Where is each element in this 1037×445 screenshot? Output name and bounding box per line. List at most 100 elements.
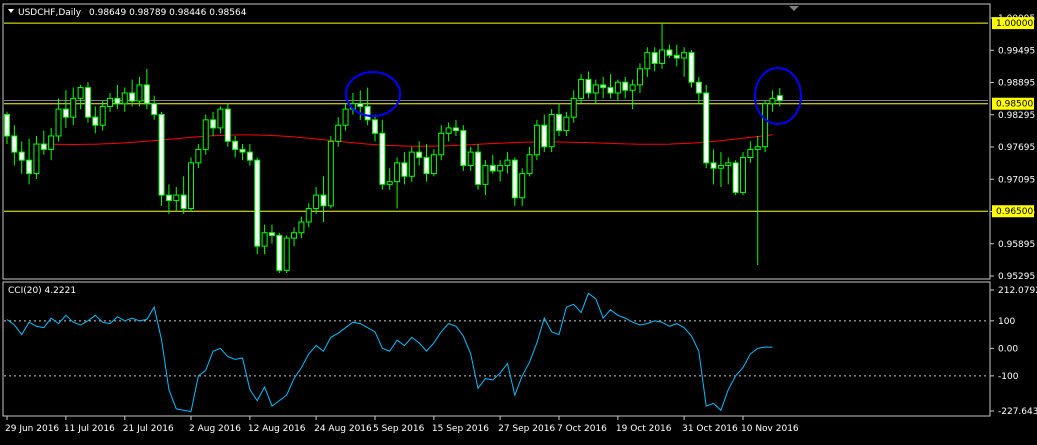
candle-body bbox=[210, 119, 217, 129]
candle-body bbox=[548, 113, 555, 148]
candle-body bbox=[55, 108, 62, 137]
candle-body bbox=[26, 159, 33, 175]
candle-body bbox=[283, 237, 290, 271]
candle-body bbox=[467, 151, 474, 167]
time-tick-label: 24 Aug 2016 bbox=[314, 424, 372, 434]
candle-body bbox=[129, 92, 136, 102]
candle-body bbox=[99, 105, 106, 126]
candle bbox=[732, 160, 739, 196]
candle-body bbox=[298, 221, 305, 234]
candle-body bbox=[107, 97, 114, 107]
price-level-badge: 0.98500 bbox=[992, 97, 1034, 110]
candle-body bbox=[489, 165, 496, 172]
candle-body bbox=[165, 194, 172, 201]
time-tick-label: 5 Sep 2016 bbox=[373, 424, 425, 434]
candle-body bbox=[703, 92, 710, 164]
candle-body bbox=[291, 232, 298, 239]
time-tick-label: 15 Sep 2016 bbox=[432, 424, 489, 434]
candle-body bbox=[497, 165, 504, 172]
candle-body bbox=[651, 52, 658, 64]
cci-tick-label: 100 bbox=[998, 317, 1015, 327]
badge-text: 0.96500 bbox=[996, 207, 1033, 217]
time-tick-label: 2 Aug 2016 bbox=[189, 424, 241, 434]
price-tick-label: 0.98895 bbox=[998, 79, 1035, 89]
candle bbox=[188, 157, 194, 212]
price-tick-label: 0.98295 bbox=[998, 111, 1035, 121]
candle-body bbox=[475, 151, 482, 185]
candle-body bbox=[4, 113, 10, 137]
candle bbox=[408, 146, 415, 182]
candle-body bbox=[268, 232, 275, 236]
candle-body bbox=[578, 79, 585, 99]
candle-body bbox=[254, 159, 261, 247]
cci-tick-label: -100 bbox=[998, 372, 1019, 382]
chart-background bbox=[0, 0, 1037, 441]
candle-body bbox=[62, 108, 69, 118]
candle-body bbox=[92, 116, 99, 126]
candle bbox=[533, 119, 540, 161]
candle bbox=[84, 82, 91, 123]
price-tick-label: 0.97695 bbox=[998, 143, 1035, 153]
candle-body bbox=[232, 140, 239, 150]
candle-body bbox=[710, 162, 717, 169]
candle-body bbox=[533, 124, 540, 156]
candle bbox=[460, 125, 467, 171]
candle-body bbox=[364, 105, 371, 121]
candle-body bbox=[740, 156, 746, 193]
candle-body bbox=[143, 84, 150, 105]
time-tick-label: 12 Aug 2016 bbox=[248, 424, 306, 434]
candle-body bbox=[386, 181, 393, 185]
candle-body bbox=[452, 127, 459, 132]
time-tick-label: 19 Oct 2016 bbox=[616, 424, 672, 434]
symbol-label: USDCHF,Daily bbox=[18, 8, 82, 18]
candle-body bbox=[644, 52, 651, 70]
price-tick-label: 0.99495 bbox=[998, 46, 1035, 56]
candle-body bbox=[320, 194, 327, 207]
candle-body bbox=[305, 208, 312, 223]
candle-body bbox=[570, 97, 577, 118]
candle-body bbox=[592, 84, 599, 94]
chart-canvas[interactable]: USDCHF,Daily 0.98649 0.98789 0.98446 0.9… bbox=[0, 0, 1037, 441]
candle-body bbox=[754, 146, 761, 150]
candle-body bbox=[622, 81, 629, 91]
candle-body bbox=[695, 81, 702, 94]
candle bbox=[276, 232, 283, 274]
candle-body bbox=[40, 143, 47, 150]
candle bbox=[688, 49, 695, 88]
candle-body bbox=[335, 124, 342, 142]
candle-body bbox=[394, 162, 401, 183]
candle-body bbox=[563, 116, 570, 132]
candle-body bbox=[342, 108, 349, 126]
candle-body bbox=[224, 108, 231, 142]
ohlc-values: 0.98649 0.98789 0.98446 0.98564 bbox=[89, 8, 247, 18]
candle-body bbox=[460, 130, 467, 167]
price-level-badge: 1.00000 bbox=[992, 17, 1034, 30]
candle-body bbox=[276, 234, 283, 271]
candle-body bbox=[423, 156, 430, 175]
candle-body bbox=[180, 194, 187, 210]
candle-body bbox=[636, 68, 643, 86]
candle-body bbox=[585, 79, 592, 94]
badge-text: 0.98500 bbox=[996, 100, 1033, 110]
cci-label: CCI(20) 4.2221 bbox=[8, 286, 76, 296]
cci-tick-label: -227.6436 bbox=[998, 407, 1037, 417]
time-tick-label: 29 Jun 2016 bbox=[5, 424, 59, 434]
candle-body bbox=[48, 135, 55, 150]
candle-body bbox=[526, 154, 533, 175]
candle-body bbox=[379, 132, 386, 185]
candle-body bbox=[511, 159, 518, 199]
candle-body bbox=[629, 84, 636, 91]
candle-body bbox=[70, 97, 77, 118]
price-tick-label: 0.95895 bbox=[998, 240, 1035, 250]
candle-body bbox=[18, 151, 25, 161]
candle-body bbox=[357, 103, 364, 107]
candle-body bbox=[327, 140, 334, 207]
candle-body bbox=[769, 97, 776, 105]
candle-body bbox=[84, 87, 91, 118]
candle-body bbox=[246, 151, 253, 161]
candle-body bbox=[239, 148, 246, 153]
candle bbox=[202, 114, 209, 155]
candle-body bbox=[504, 159, 511, 167]
trading-chart[interactable]: USDCHF,Daily 0.98649 0.98789 0.98446 0.9… bbox=[0, 0, 1037, 441]
candle-body bbox=[33, 143, 40, 175]
